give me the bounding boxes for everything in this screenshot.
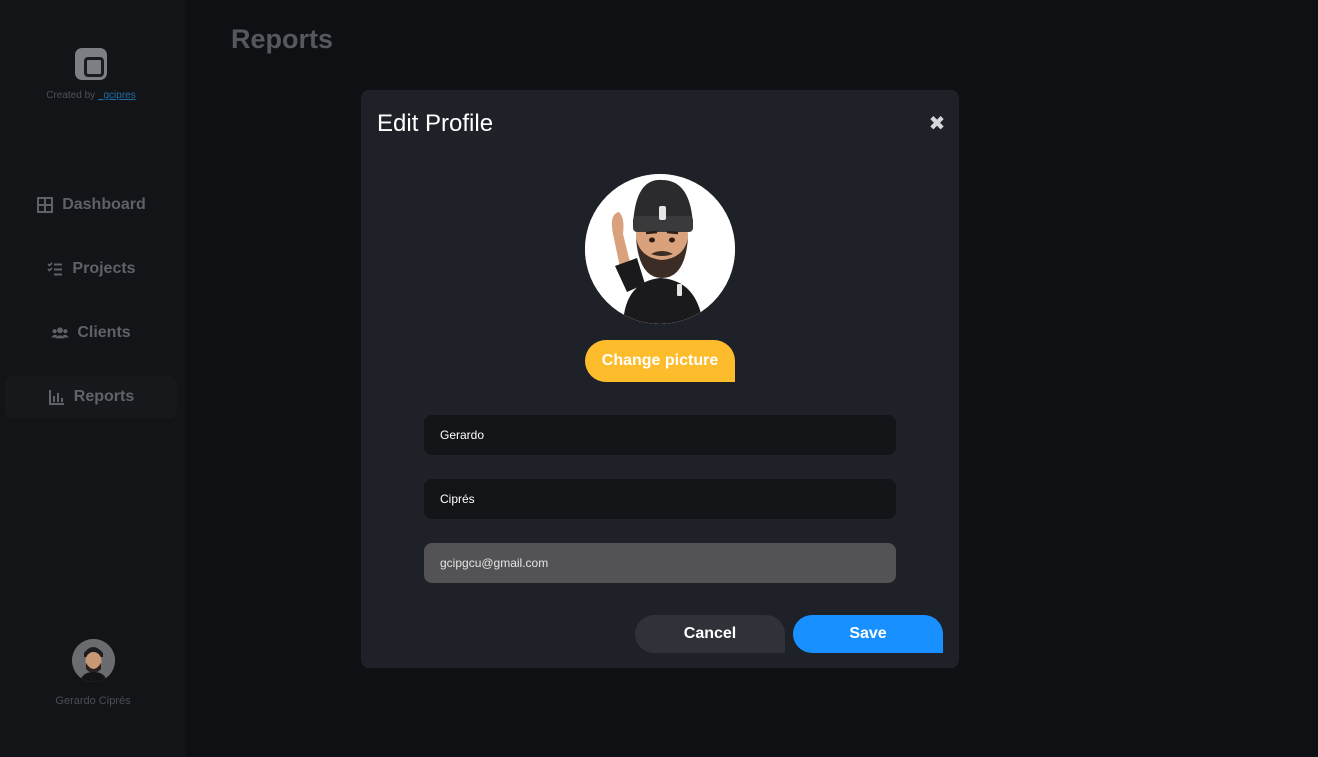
profile-picture [585, 174, 735, 324]
sidebar-item-label: Dashboard [62, 196, 146, 213]
email-field [424, 543, 896, 583]
user-avatar[interactable] [72, 639, 115, 682]
sidebar-item-label: Projects [72, 260, 136, 277]
profile-bitmoji-image [585, 174, 735, 324]
modal-title: Edit Profile [377, 110, 494, 137]
sidebar-item-dashboard[interactable]: Dashboard [5, 184, 177, 226]
user-name: Gerardo Ciprés [55, 695, 131, 707]
grid-icon [37, 197, 54, 213]
creator-link[interactable]: _gcipres [98, 90, 136, 101]
app-logo-icon [75, 48, 107, 80]
last-name-field[interactable] [424, 479, 896, 519]
save-button[interactable]: Save [793, 615, 943, 653]
change-picture-button[interactable]: Change picture [585, 340, 735, 382]
users-icon [51, 327, 70, 339]
page-title: Reports [231, 24, 334, 54]
sidebar-item-projects[interactable]: Projects [5, 248, 177, 290]
sidebar-item-reports[interactable]: Reports [5, 376, 177, 418]
edit-profile-modal: Edit Profile ✖ Change picture Gerardo Ci… [361, 90, 959, 668]
sidebar: Created by _gcipres Dashboard Projects C… [0, 0, 186, 757]
sidebar-item-label: Clients [77, 324, 131, 341]
close-icon[interactable]: ✖ [927, 114, 947, 134]
cancel-button[interactable]: Cancel [635, 615, 785, 653]
created-by-text: Created by _gcipres [0, 90, 182, 101]
avatar-image [72, 639, 115, 682]
checklist-icon [47, 262, 63, 276]
bar-chart-icon [48, 390, 64, 405]
sidebar-item-label: Reports [73, 388, 135, 405]
created-by-label: Created by [46, 90, 96, 101]
first-name-field[interactable] [424, 415, 896, 455]
sidebar-item-clients[interactable]: Clients [5, 312, 177, 354]
